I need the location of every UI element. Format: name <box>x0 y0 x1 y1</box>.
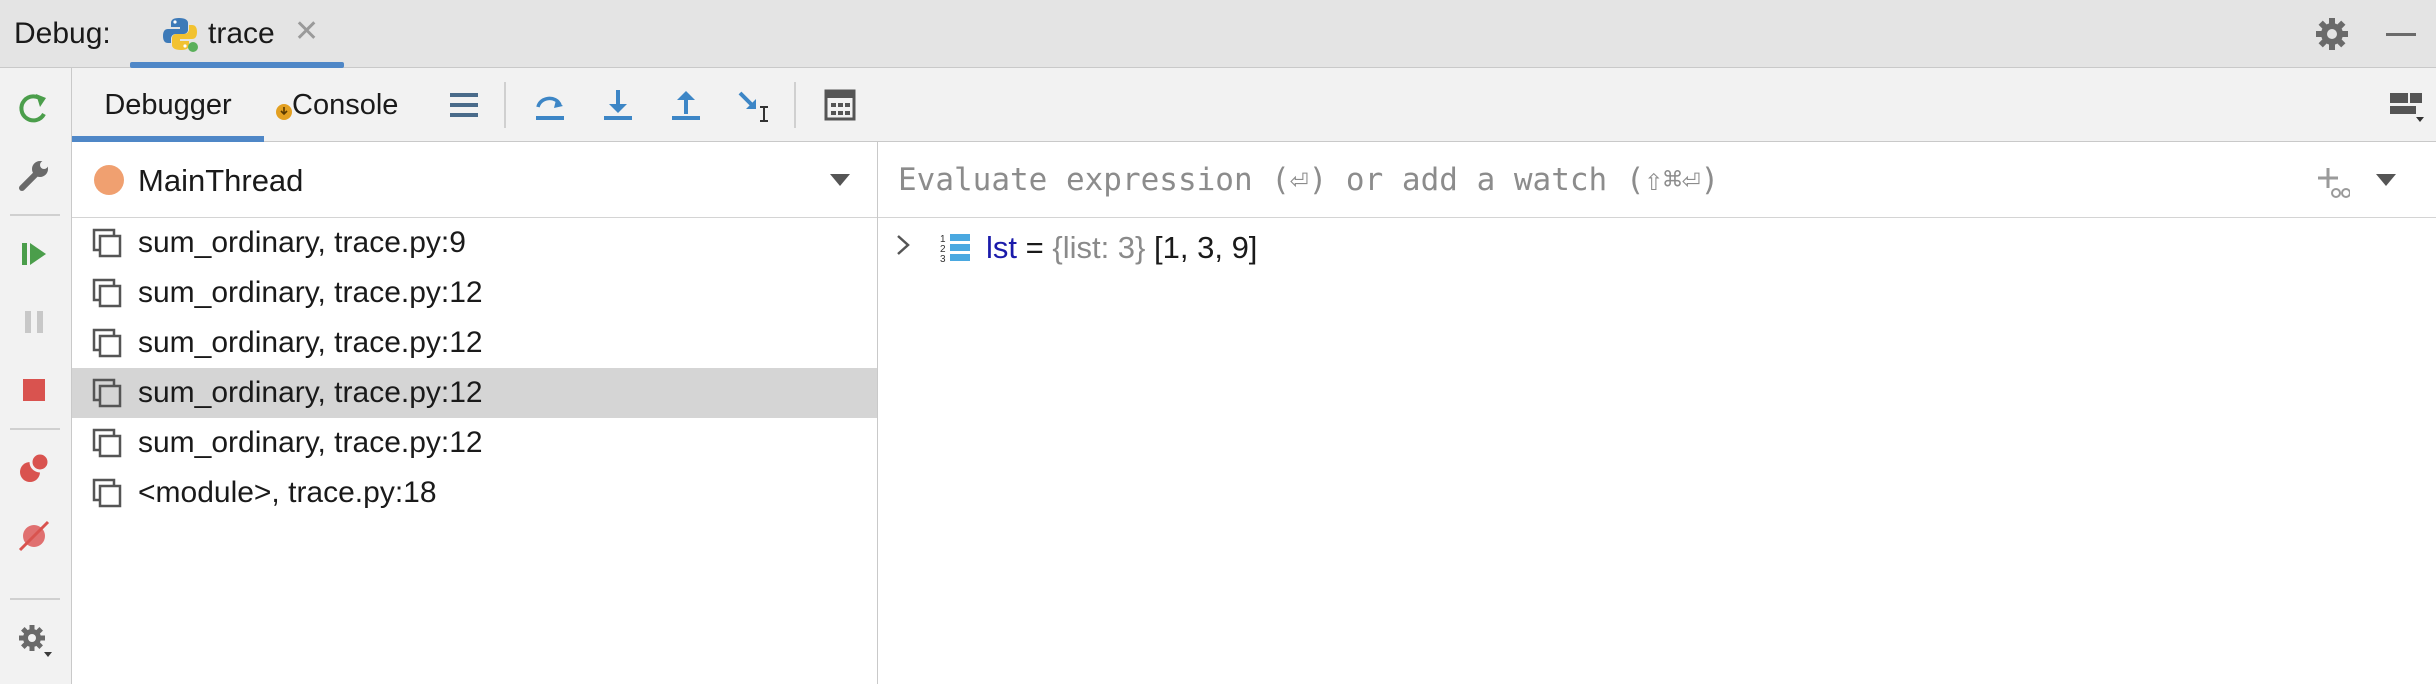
tab-debugger[interactable]: Debugger <box>72 68 264 142</box>
frame-label: sum_ordinary, trace.py:12 <box>138 376 483 409</box>
evaluate-expression-input[interactable] <box>896 156 2300 204</box>
tab-trace-label: trace <box>208 17 275 50</box>
frame-row[interactable]: sum_ordinary, trace.py:12 <box>72 418 877 468</box>
frame-row[interactable]: sum_ordinary, trace.py:12 <box>72 318 877 368</box>
chevron-right-icon[interactable] <box>892 230 916 260</box>
resume-icon[interactable] <box>12 232 56 276</box>
list-type-icon: 1 2 3 <box>938 230 974 266</box>
tab-debugger-label: Debugger <box>104 88 232 121</box>
frame-label: sum_ordinary, trace.py:12 <box>138 426 483 459</box>
threads-list-icon[interactable] <box>442 83 486 127</box>
debug-left-toolbar <box>0 68 72 684</box>
variable-name: lst <box>986 230 1017 265</box>
console-warning-icon <box>276 104 292 120</box>
frame-row[interactable]: sum_ordinary, trace.py:12 <box>72 268 877 318</box>
thread-selector[interactable]: MainThread <box>72 142 877 218</box>
wrench-icon[interactable] <box>12 154 56 198</box>
variable-text: lst = {list: 3} [1, 3, 9] <box>986 230 1257 266</box>
frame-label: sum_ordinary, trace.py:12 <box>138 276 483 309</box>
variable-value: [1, 3, 9] <box>1145 230 1258 265</box>
step-over-icon[interactable] <box>528 83 572 127</box>
run-to-cursor-icon[interactable] <box>732 83 776 127</box>
step-out-icon[interactable] <box>664 83 708 127</box>
toolbar-separator <box>794 82 796 128</box>
variable-type: {list: 3} <box>1052 230 1146 265</box>
svg-text:3: 3 <box>940 254 946 265</box>
view-breakpoints-icon[interactable] <box>12 446 56 490</box>
toolbar-separator <box>504 82 506 128</box>
thread-status-dot <box>94 165 124 195</box>
debug-title-bar: Debug: trace ✕ <box>0 0 2436 68</box>
frames-panel: MainThread sum_ordinary, trace.py:9 sum_… <box>72 142 878 684</box>
frame-icon <box>92 228 122 258</box>
tab-console[interactable]: Console <box>276 68 436 142</box>
variable-row[interactable]: 1 2 3 lst = {list: 3} [1, 3, 9] <box>878 222 2436 272</box>
frame-icon <box>92 428 122 458</box>
chevron-down-icon[interactable] <box>2376 174 2396 186</box>
thread-name: MainThread <box>138 163 304 198</box>
minimize-icon[interactable] <box>2386 33 2416 36</box>
pause-icon[interactable] <box>12 300 56 344</box>
add-watch-icon[interactable] <box>2314 164 2351 200</box>
evaluate-bar <box>878 142 2436 218</box>
chevron-down-icon[interactable] <box>830 174 850 186</box>
toolbar-separator <box>10 214 60 216</box>
frame-icon <box>92 278 122 308</box>
variables-panel: 1 2 3 lst = {list: 3} [1, 3, 9] <box>878 142 2436 684</box>
frame-list: sum_ordinary, trace.py:9 sum_ordinary, t… <box>72 218 877 518</box>
tab-trace[interactable]: trace ✕ <box>130 0 344 68</box>
stop-icon[interactable] <box>12 368 56 412</box>
close-icon[interactable]: ✕ <box>294 14 319 49</box>
frame-label: sum_ordinary, trace.py:12 <box>138 326 483 359</box>
variable-equals: = <box>1017 230 1053 265</box>
frame-icon <box>92 378 122 408</box>
frame-icon <box>92 478 122 508</box>
frame-label: <module>, trace.py:18 <box>138 476 437 509</box>
frame-row[interactable]: sum_ordinary, trace.py:9 <box>72 218 877 268</box>
toolbar-separator <box>10 428 60 430</box>
frame-row[interactable]: <module>, trace.py:18 <box>72 468 877 518</box>
evaluate-expression-icon[interactable] <box>818 83 862 127</box>
settings-icon[interactable] <box>12 618 56 662</box>
frame-row-selected[interactable]: sum_ordinary, trace.py:12 <box>72 368 877 418</box>
python-icon <box>160 14 200 54</box>
step-into-icon[interactable] <box>596 83 640 127</box>
frame-icon <box>92 328 122 358</box>
toolbar-separator <box>10 598 60 600</box>
tab-console-label: Console <box>292 88 399 121</box>
mute-breakpoints-icon[interactable] <box>12 514 56 558</box>
debug-title-label: Debug: <box>14 17 111 50</box>
debugger-toolbar: Debugger Console <box>72 68 2436 142</box>
frame-label: sum_ordinary, trace.py:9 <box>138 226 466 259</box>
rerun-icon[interactable] <box>12 86 56 130</box>
gear-icon[interactable] <box>2312 14 2352 54</box>
layout-settings-icon[interactable] <box>2384 83 2428 127</box>
